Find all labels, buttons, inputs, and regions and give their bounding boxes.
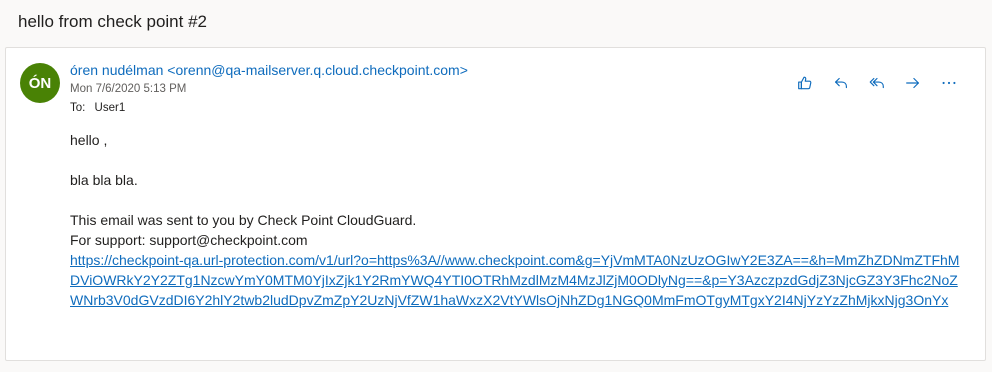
more-button[interactable] bbox=[931, 72, 967, 94]
forward-button[interactable] bbox=[895, 72, 931, 94]
forward-icon bbox=[906, 77, 919, 89]
email-subject: hello from check point #2 bbox=[18, 12, 207, 31]
message-card: ÓN óren nudélman <orenn@qa-mailserver.q.… bbox=[5, 47, 986, 361]
body-text: bla bla bla. bbox=[70, 172, 138, 188]
reply-icon bbox=[835, 77, 847, 89]
recipient[interactable]: User1 bbox=[95, 102, 126, 114]
message-date: Mon 7/6/2020 5:13 PM bbox=[70, 83, 187, 95]
recipient-line: To: User1 bbox=[70, 102, 125, 114]
reply-all-icon bbox=[869, 77, 884, 89]
body-greeting: hello , bbox=[70, 132, 108, 148]
message-actions bbox=[787, 72, 967, 94]
like-button[interactable] bbox=[787, 72, 823, 94]
protected-url-link[interactable]: https://checkpoint-qa.url-protection.com… bbox=[70, 250, 960, 310]
reply-button[interactable] bbox=[823, 72, 859, 94]
more-icon bbox=[942, 81, 956, 85]
avatar[interactable]: ÓN bbox=[20, 63, 60, 103]
reply-all-button[interactable] bbox=[859, 72, 895, 94]
message-body: hello , bla bla bla. This email was sent… bbox=[70, 130, 970, 310]
like-icon bbox=[798, 76, 812, 90]
to-label: To: bbox=[70, 102, 86, 114]
body-footer-line2: For support: support@checkpoint.com bbox=[70, 232, 308, 248]
body-footer-line1: This email was sent to you by Check Poin… bbox=[70, 212, 417, 228]
sender-name[interactable]: óren nudélman <orenn@qa-mailserver.q.clo… bbox=[70, 62, 468, 78]
